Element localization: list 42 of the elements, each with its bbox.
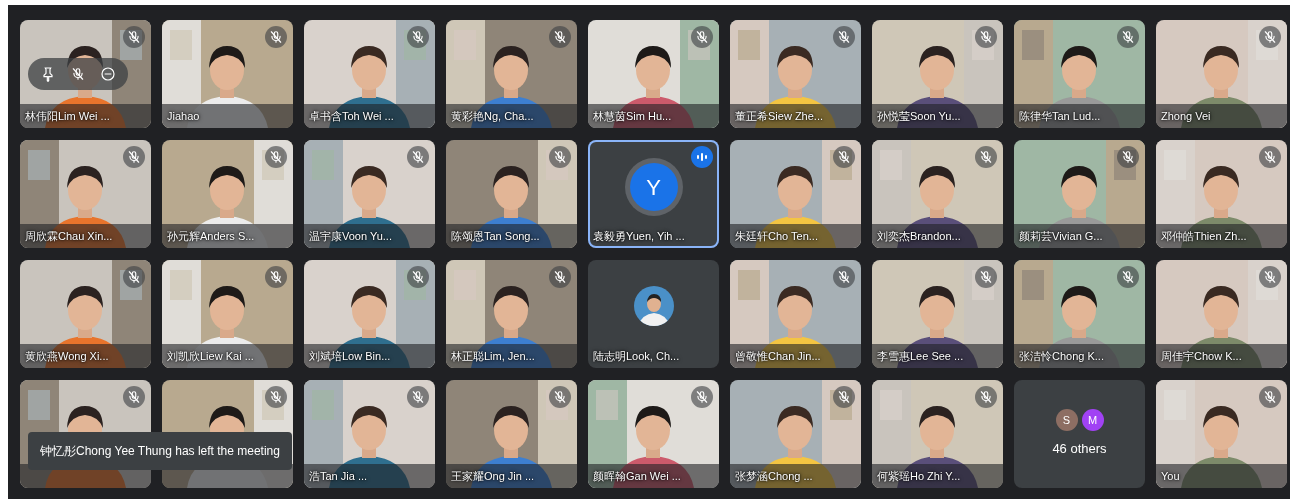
participant-name: 周佳宇Chow K...: [1161, 348, 1242, 364]
participant-name: 王家耀Ong Jin ...: [451, 468, 535, 484]
participant-name: 董正希Siew Zhe...: [735, 108, 824, 124]
participant-name: 陆志明Look, Ch...: [593, 348, 680, 364]
participant-name: 曾敬惟Chan Jin...: [735, 348, 821, 364]
participant-name: 温宇康Voon Yu...: [309, 228, 392, 244]
mic-off-icon: [71, 67, 85, 81]
participant-name: 周欣霖Chau Xin...: [25, 228, 113, 244]
notification-toast: 钟忆彤Chong Yee Thung has left the meeting: [28, 432, 292, 470]
participant-name: 林伟阳Lim Wei ...: [25, 108, 110, 124]
participant-name: 刘斌培Low Bin...: [309, 348, 391, 364]
participant-name: 张梦涵Chong ...: [735, 468, 813, 484]
participant-name: 刘奕杰Brandon...: [877, 228, 961, 244]
participant-name: 袁毅勇Yuen, Yih ...: [593, 228, 685, 244]
participant-name: 颜莉芸Vivian G...: [1019, 228, 1103, 244]
avatar: S: [1055, 409, 1078, 432]
pin-icon: [40, 66, 56, 82]
participant-name: 刘凯欣Liew Kai ...: [167, 348, 254, 364]
participant-name: 林慧茵Sim Hu...: [593, 108, 672, 124]
participant-name: 黄欣燕Wong Xi...: [25, 348, 109, 364]
participant-name: 林正聪Lim, Jen...: [451, 348, 535, 364]
participant-name: 黄彩艳Ng, Cha...: [451, 108, 534, 124]
avatar: M: [1081, 409, 1104, 432]
participant-name: You: [1161, 468, 1180, 484]
participant-name: Jiahao: [167, 108, 200, 124]
participant-name: 孙悦莹Soon Yu...: [877, 108, 961, 124]
participant-name: 邓仲皓Thien Zh...: [1161, 228, 1247, 244]
minus-circle-icon: [100, 66, 116, 82]
participant-name: 张洁怜Chong K...: [1019, 348, 1104, 364]
participant-name: 浩Tan Jia ...: [309, 468, 368, 484]
participant-name: 李雪惠Lee See ...: [877, 348, 964, 364]
participant-name: Zhong Vei: [1161, 108, 1211, 124]
others-count[interactable]: 46 others: [1052, 439, 1107, 459]
participant-name: 何紫瑶Ho Zhi Y...: [877, 468, 961, 484]
participant-name: 孙元辉Anders S...: [167, 228, 255, 244]
participant-name: 陈律华Tan Lud...: [1019, 108, 1101, 124]
participant-name: 朱廷轩Cho Ten...: [735, 228, 818, 244]
participant-name: 陈颂恩Tan Song...: [451, 228, 540, 244]
participant-name: 颜晖翰Gan Wei ...: [593, 468, 681, 484]
audio-level-icon: [691, 146, 713, 168]
participant-name: 卓书含Toh Wei ...: [309, 108, 394, 124]
avatar: Y: [629, 163, 678, 211]
